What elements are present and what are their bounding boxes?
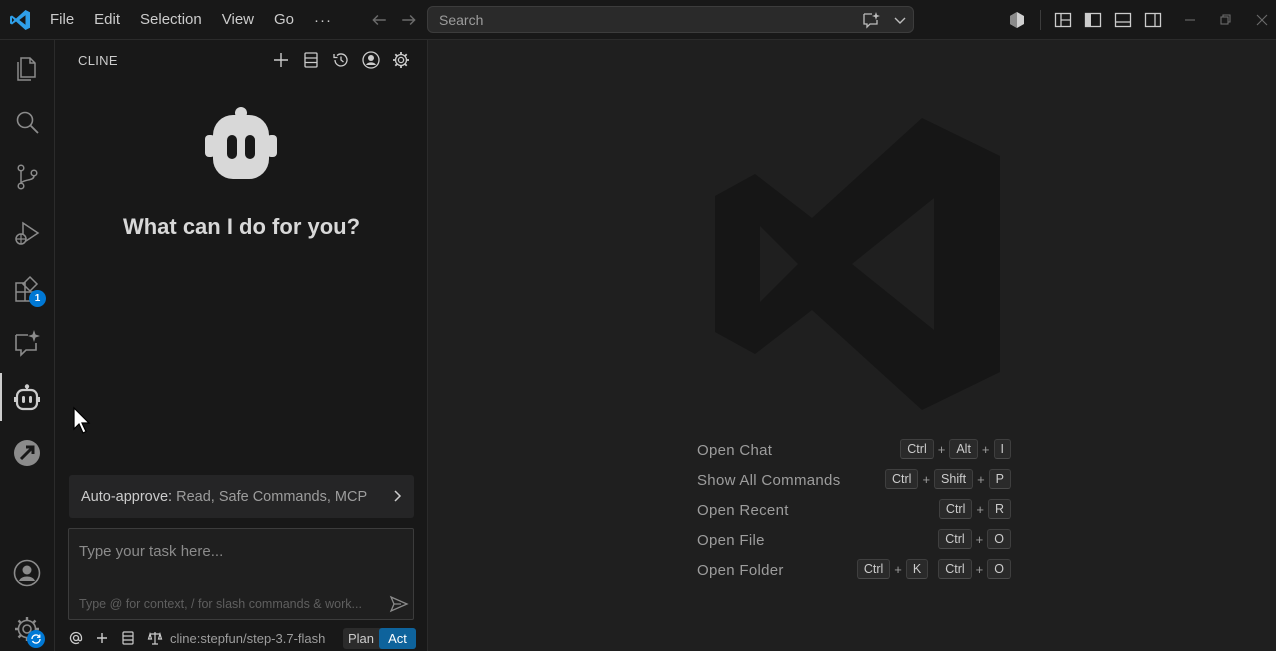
plan-mode-button[interactable]: Plan	[343, 628, 379, 649]
run-debug-icon[interactable]	[12, 218, 44, 250]
copilot-icon[interactable]	[1007, 10, 1027, 30]
key-cap: K	[905, 559, 929, 579]
minimize-icon[interactable]	[1180, 10, 1200, 30]
model-name[interactable]: cline:stepfun/step-3.7-flash	[170, 631, 325, 646]
send-icon[interactable]	[389, 595, 409, 613]
mcp-servers-icon[interactable]	[301, 50, 321, 70]
key-cap: Ctrl	[938, 559, 972, 579]
shortcut-label: Open Chat	[697, 442, 773, 459]
cline-robot-icon[interactable]	[12, 383, 44, 415]
shortcut-keys: Ctrl + O	[938, 529, 1011, 549]
auto-approve-text: Auto-approve: Read, Safe Commands, MCP	[81, 489, 367, 505]
act-mode-button[interactable]: Act	[379, 628, 416, 649]
sync-badge-icon	[27, 630, 45, 648]
title-bar: File Edit Selection View Go ··· Search	[0, 0, 1276, 40]
model-selector-icon[interactable]	[147, 630, 163, 646]
shortcut-show-all-commands[interactable]: Show All Commands Ctrl + Shift + P	[697, 467, 1017, 497]
at-mention-icon[interactable]	[68, 630, 84, 646]
auto-approve-bar[interactable]: Auto-approve: Read, Safe Commands, MCP	[69, 475, 414, 518]
titlebar-separator	[1040, 10, 1041, 30]
vscode-watermark-icon	[715, 118, 1000, 410]
mouse-cursor-icon	[73, 406, 91, 434]
new-task-plus-icon[interactable]	[271, 50, 291, 70]
shortcut-label: Show All Commands	[697, 472, 841, 489]
task-placeholder: Type your task here...	[79, 543, 224, 560]
menu-edit[interactable]: Edit	[84, 7, 130, 33]
activity-bar: 1	[0, 40, 55, 651]
command-center-search[interactable]: Search	[427, 6, 914, 33]
chevron-right-icon[interactable]	[389, 488, 405, 504]
welcome-heading: What can I do for you?	[122, 214, 361, 239]
menu-view[interactable]: View	[212, 7, 264, 33]
account-icon[interactable]	[361, 50, 381, 70]
menu-bar: File Edit Selection View Go ···	[40, 0, 342, 40]
key-cap: O	[987, 559, 1011, 579]
menu-selection[interactable]: Selection	[130, 7, 212, 33]
shortcut-label: Open Recent	[697, 502, 789, 519]
task-hint: Type @ for context, / for slash commands…	[79, 597, 362, 611]
shortcut-keys: Ctrl + Shift + P	[885, 469, 1011, 489]
toggle-panel-icon[interactable]	[1113, 10, 1133, 30]
cline-robot-logo-icon	[205, 107, 277, 179]
add-context-plus-icon[interactable]	[94, 630, 110, 646]
shortcut-open-recent[interactable]: Open Recent Ctrl + R	[697, 497, 1017, 527]
plan-act-toggle[interactable]: Plan Act	[343, 628, 416, 649]
source-control-icon[interactable]	[12, 162, 44, 194]
key-cap: Alt	[949, 439, 978, 459]
server-stack-icon[interactable]	[120, 630, 136, 646]
close-icon[interactable]	[1252, 10, 1272, 30]
menu-go[interactable]: Go	[264, 7, 304, 33]
key-cap: Ctrl	[856, 559, 891, 579]
menu-file[interactable]: File	[40, 7, 84, 33]
key-cap: O	[987, 529, 1011, 549]
shortcut-label: Open Folder	[697, 562, 784, 579]
shortcut-open-folder[interactable]: Open Folder Ctrl + K Ctrl + O	[697, 557, 1017, 587]
welcome-shortcuts: Open Chat Ctrl + Alt + I Show All Commands…	[697, 437, 1017, 587]
task-toolbar: cline:stepfun/step-3.7-flash Plan Act	[55, 628, 428, 650]
key-cap: Ctrl	[900, 439, 934, 459]
extensions-badge: 1	[29, 290, 46, 307]
shortcut-label: Open File	[697, 532, 765, 549]
key-cap: I	[993, 439, 1011, 459]
chat-sparkle-icon[interactable]	[861, 11, 881, 29]
remote-explorer-icon[interactable]	[12, 438, 44, 470]
shortcut-keys: Ctrl + Alt + I	[900, 439, 1011, 459]
settings-gear-icon[interactable]	[391, 50, 411, 70]
forward-arrow-icon[interactable]	[398, 9, 420, 31]
editor-area: Open Chat Ctrl + Alt + I Show All Commands…	[428, 40, 1276, 651]
chat-sparkle-icon[interactable]	[12, 328, 44, 360]
shortcut-open-chat[interactable]: Open Chat Ctrl + Alt + I	[697, 437, 1017, 467]
history-icon[interactable]	[331, 50, 351, 70]
key-cap: Ctrl	[938, 529, 972, 549]
vscode-logo-icon	[10, 10, 30, 30]
auto-approve-items: Read, Safe Commands, MCP	[176, 489, 368, 505]
menu-more-icon[interactable]: ···	[304, 12, 342, 29]
search-placeholder: Search	[439, 12, 484, 28]
key-cap: R	[987, 499, 1011, 519]
panel-title: CLINE	[78, 53, 118, 68]
accounts-icon[interactable]	[12, 558, 44, 590]
shortcut-keys: Ctrl + K Ctrl + O	[856, 559, 1011, 579]
shortcut-keys: Ctrl + R	[938, 499, 1011, 519]
restore-icon[interactable]	[1215, 10, 1235, 30]
explorer-icon[interactable]	[12, 52, 44, 84]
toggle-primary-sidebar-icon[interactable]	[1083, 10, 1103, 30]
active-view-indicator	[0, 373, 2, 421]
back-arrow-icon[interactable]	[368, 9, 390, 31]
key-cap: Ctrl	[938, 499, 973, 519]
search-icon[interactable]	[12, 107, 44, 139]
key-cap: Ctrl	[885, 469, 919, 489]
customize-layout-icon[interactable]	[1053, 10, 1073, 30]
key-cap: Shift	[934, 469, 974, 489]
chevron-down-icon[interactable]	[892, 12, 908, 28]
task-input[interactable]: Type your task here... Type @ for contex…	[68, 528, 414, 620]
cline-side-panel: CLINE What can I do for you? Auto-approv…	[55, 40, 428, 651]
shortcut-open-file[interactable]: Open File Ctrl + O	[697, 527, 1017, 557]
key-cap: P	[988, 469, 1011, 489]
toggle-secondary-sidebar-icon[interactable]	[1143, 10, 1163, 30]
auto-approve-label: Auto-approve:	[81, 489, 173, 505]
